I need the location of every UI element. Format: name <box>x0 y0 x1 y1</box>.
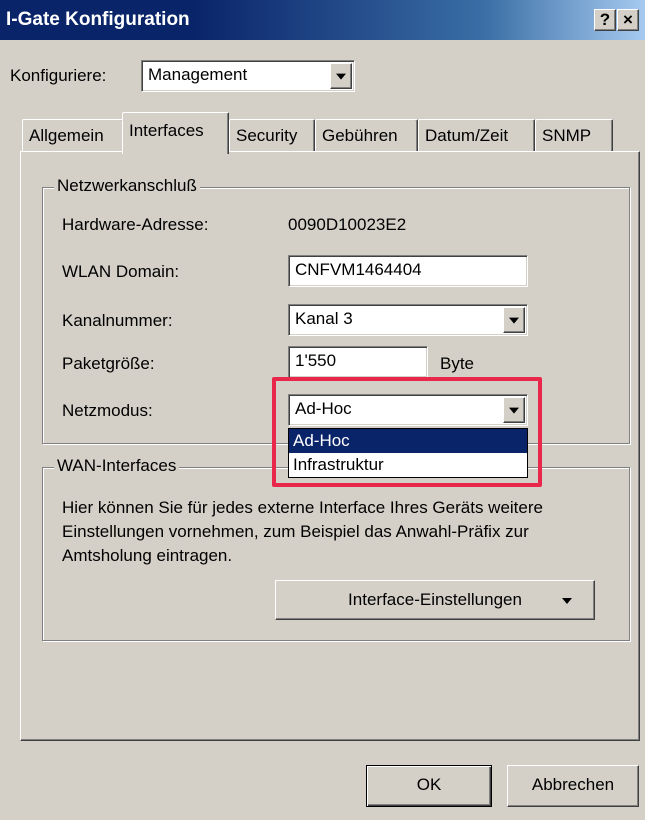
tab-interfaces[interactable]: Interfaces <box>122 112 229 154</box>
configure-dropdown-button[interactable] <box>330 63 352 89</box>
channel-select[interactable]: Kanal 3 <box>288 304 528 336</box>
cancel-button[interactable]: Abbrechen <box>507 765 639 807</box>
hardware-address-value: 0090D10023E2 <box>288 215 407 234</box>
highlight-frame <box>272 377 542 487</box>
packet-size-input[interactable]: 1'550 <box>288 346 428 378</box>
tab-snmp[interactable]: SNMP <box>535 119 613 152</box>
configure-select[interactable]: Management <box>141 60 355 92</box>
hardware-address-label: Hardware-Adresse: <box>62 215 209 234</box>
tab-security[interactable]: Security <box>229 119 315 152</box>
wlan-domain-input[interactable]: CNFVM1464404 <box>288 255 528 287</box>
tab-label: Security <box>236 126 298 145</box>
tab-allgemein[interactable]: Allgemein <box>22 119 124 152</box>
wan-group-title: WAN-Interfaces <box>54 456 180 476</box>
network-mode-label: Netzmodus: <box>62 401 153 420</box>
window-title: I-Gate Konfiguration <box>6 9 190 30</box>
packet-size-value: 1'550 <box>295 351 337 370</box>
packet-size-label: Paketgröße: <box>62 354 155 373</box>
wan-description: Hier können Sie für jedes externe Interf… <box>62 498 543 565</box>
tab-label: Gebühren <box>322 126 398 145</box>
chevron-down-icon <box>336 73 346 80</box>
title-bar[interactable]: I-Gate Konfiguration ? × <box>0 0 645 40</box>
tab-label: SNMP <box>542 126 592 145</box>
packet-size-unit: Byte <box>440 354 475 373</box>
configure-value: Management <box>148 65 248 84</box>
channel-value: Kanal 3 <box>295 309 353 328</box>
chevron-down-icon <box>509 317 519 324</box>
wlan-domain-label: WLAN Domain: <box>62 262 180 281</box>
ok-button[interactable]: OK <box>366 765 492 807</box>
network-group-title: Netzwerkanschluß <box>54 176 200 196</box>
tab-label: Interfaces <box>129 121 204 140</box>
chevron-down-icon <box>562 598 572 604</box>
wlan-domain-value: CNFVM1464404 <box>295 260 422 279</box>
tab-gebuehren[interactable]: Gebühren <box>315 119 418 152</box>
configure-label: Konfiguriere: <box>10 66 107 85</box>
interface-settings-button[interactable]: Interface-Einstellungen <box>275 580 595 620</box>
channel-dropdown-button[interactable] <box>503 307 525 333</box>
help-button[interactable]: ? <box>594 9 616 31</box>
tab-label: Allgemein <box>29 126 104 145</box>
close-button[interactable]: × <box>617 9 639 31</box>
tab-datum-zeit[interactable]: Datum/Zeit <box>418 119 535 152</box>
tab-label: Datum/Zeit <box>425 126 509 145</box>
channel-label: Kanalnummer: <box>62 311 173 330</box>
interface-settings-label: Interface-Einstellungen <box>348 590 522 609</box>
